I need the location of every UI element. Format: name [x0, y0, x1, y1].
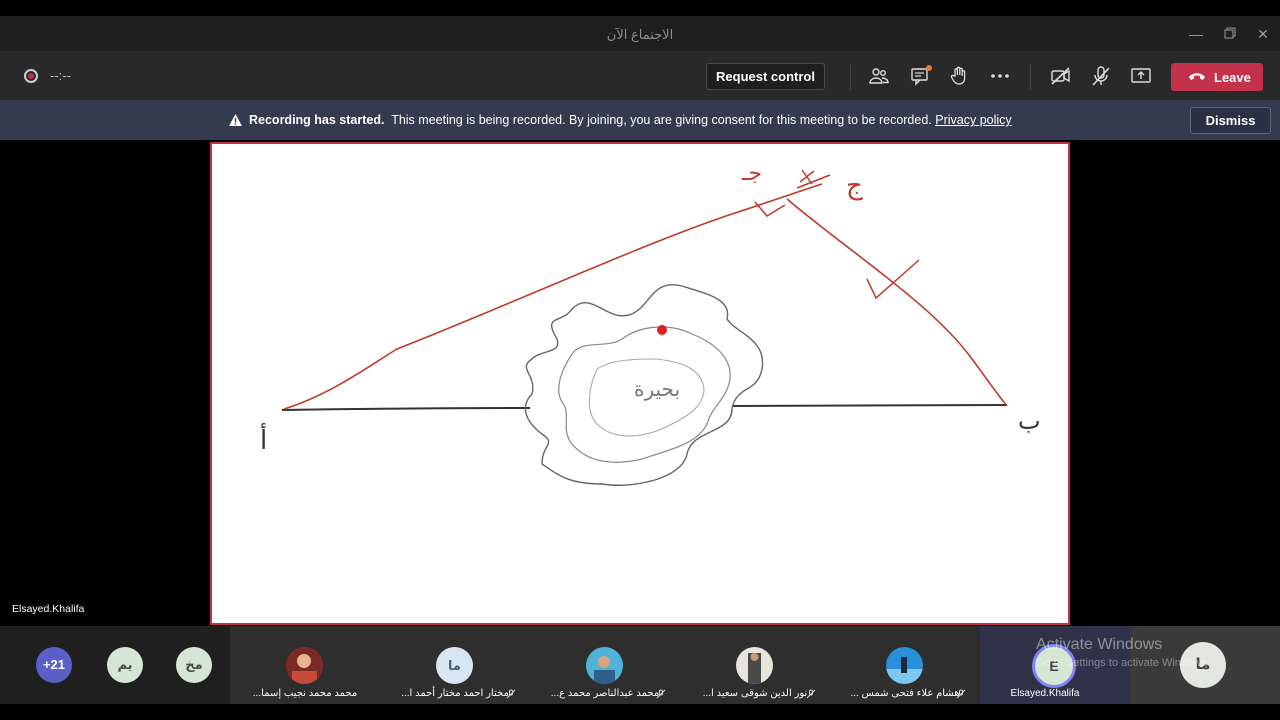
participant-tile[interactable]: هشام علاء فتحى شمس ...	[830, 626, 980, 704]
participant-bubble[interactable]: يم	[107, 647, 143, 683]
warning-icon	[229, 114, 242, 126]
vertex-b-label: ب	[1018, 407, 1041, 435]
participant-tile[interactable]: محمد عبدالناصر محمد ع...	[530, 626, 680, 704]
participant-bubble[interactable]: مخ	[176, 647, 212, 683]
activate-windows-watermark: Activate Windows	[1036, 636, 1163, 653]
recording-banner: Recording has started. This meeting is b…	[0, 100, 1280, 140]
whiteboard-drawing: بحيرة أ ب جـ ج	[260, 161, 1041, 486]
top-right-label: ج	[846, 171, 863, 201]
avatar: ما	[436, 647, 473, 684]
raise-hand-icon[interactable]	[947, 64, 971, 88]
leave-button[interactable]: Leave	[1171, 63, 1263, 91]
dismiss-button[interactable]: Dismiss	[1190, 107, 1271, 134]
shared-content-stage: بحيرة أ ب جـ ج Elsayed.Khalifa	[0, 140, 1280, 626]
toolbar-divider	[1030, 64, 1031, 90]
teams-meeting-window: الاجتماع الآن — ✕ --:-- Request control	[0, 16, 1280, 704]
mic-off-icon	[506, 689, 516, 699]
close-icon[interactable]: ✕	[1253, 24, 1273, 44]
banner-message: Recording has started. This meeting is b…	[249, 113, 1012, 127]
triangle-side-cb	[786, 198, 1008, 407]
overflow-participants-count[interactable]: +21	[36, 647, 72, 683]
triangle-side-ac	[283, 183, 823, 410]
top-left-label: جـ	[741, 161, 762, 186]
avatar	[286, 647, 323, 684]
minimize-icon[interactable]: —	[1186, 24, 1206, 44]
lake-label: بحيرة	[634, 377, 680, 401]
base-line-right	[731, 404, 1008, 407]
chat-notification-badge	[926, 65, 932, 71]
request-control-button[interactable]: Request control	[706, 63, 825, 90]
pointer-dot	[657, 325, 667, 335]
meeting-timer: --:--	[50, 68, 71, 83]
camera-off-icon[interactable]	[1049, 64, 1073, 88]
participants-icon[interactable]	[867, 64, 891, 88]
banner-text: This meeting is being recorded. By joini…	[391, 113, 932, 127]
privacy-policy-link[interactable]: Privacy policy	[935, 113, 1011, 127]
avatar	[736, 647, 773, 684]
more-icon[interactable]	[988, 64, 1012, 88]
avatar	[886, 647, 923, 684]
hang-up-icon	[1189, 73, 1205, 80]
participant-tile[interactable]: محمد محمد نجيب إسما...	[230, 626, 597, 704]
avatar	[586, 647, 623, 684]
participants-strip: +21 يم مخ محمد محمد نجيب إسما... ما مختا…	[0, 626, 1280, 704]
shared-whiteboard: بحيرة أ ب جـ ج	[210, 142, 1070, 625]
share-icon[interactable]	[1129, 64, 1153, 88]
participant-name: محمد محمد نجيب إسما...	[252, 688, 358, 699]
vertex-a-label: أ	[260, 422, 267, 456]
banner-bold: Recording has started.	[249, 113, 385, 127]
mic-off-icon	[656, 689, 666, 699]
participant-tile[interactable]: ما مختار احمد مختار أحمد ا...	[380, 626, 530, 704]
title-bar: الاجتماع الآن — ✕	[0, 16, 1280, 52]
meeting-toolbar: --:-- Request control Leave	[0, 52, 1280, 100]
participant-tile[interactable]: نور الدين شوقى سعيد ا...	[680, 626, 830, 704]
self-name: Elsayed.Khalifa	[1010, 688, 1080, 699]
leave-label: Leave	[1214, 70, 1251, 85]
recording-indicator-icon	[24, 69, 38, 83]
base-line-left	[281, 407, 531, 411]
mic-off-icon[interactable]	[1089, 64, 1113, 88]
restore-icon[interactable]	[1220, 24, 1240, 44]
presenter-name: Elsayed.Khalifa	[12, 603, 85, 615]
window-title: الاجتماع الآن	[606, 27, 674, 42]
activate-windows-hint: Go to Settings to activate Windows.	[1036, 657, 1210, 669]
toolbar-divider	[850, 64, 851, 90]
mic-off-icon	[806, 689, 816, 699]
